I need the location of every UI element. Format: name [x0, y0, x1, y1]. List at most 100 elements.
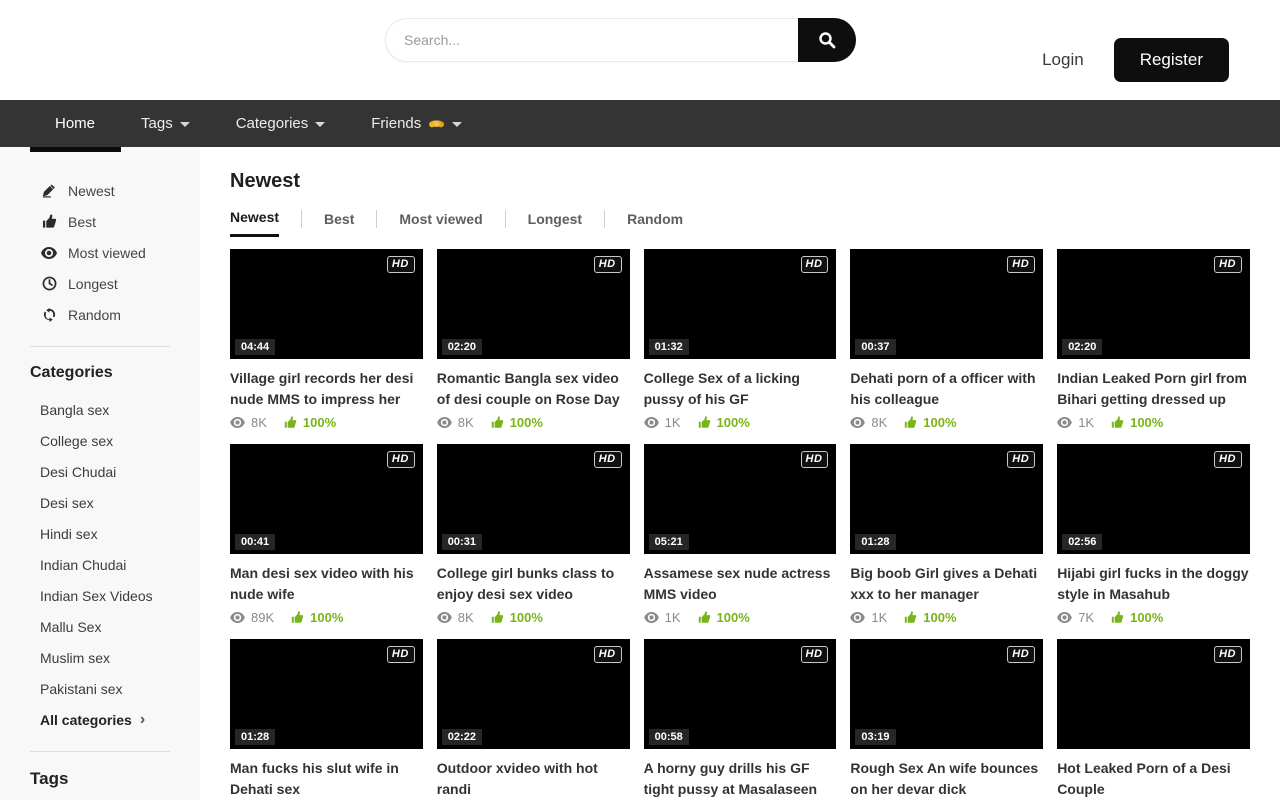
eye-icon — [1057, 612, 1072, 623]
video-card[interactable]: HD 04:44 Village girl records her desi n… — [230, 249, 423, 430]
video-thumbnail[interactable]: HD 04:44 — [230, 249, 423, 359]
like-percent: 100% — [291, 610, 343, 625]
view-count: 7K — [1057, 610, 1094, 625]
video-card[interactable]: HD 02:20 Romantic Bangla sex video of de… — [437, 249, 630, 430]
video-meta: 7K 100% — [1057, 610, 1250, 625]
sidebar-label: Most viewed — [68, 245, 146, 261]
search-button[interactable] — [798, 18, 856, 62]
video-title[interactable]: Man desi sex video with his nude wife — [230, 563, 423, 605]
video-thumbnail[interactable]: HD 00:58 — [644, 639, 837, 749]
sidebar-label: Best — [68, 214, 96, 230]
video-card[interactable]: HD 03:19 Rough Sex An wife bounces on he… — [850, 639, 1043, 805]
video-card[interactable]: HD 02:22 Outdoor xvideo with hot randi — [437, 639, 630, 805]
video-card[interactable]: HD 01:28 Big boob Girl gives a Dehati xx… — [850, 444, 1043, 625]
video-title[interactable]: A horny guy drills his GF tight pussy at… — [644, 758, 837, 800]
like-percent-value: 100% — [303, 415, 336, 430]
video-thumbnail[interactable]: HD 00:37 — [850, 249, 1043, 359]
video-card[interactable]: HD 00:41 Man desi sex video with his nud… — [230, 444, 423, 625]
video-thumbnail[interactable]: HD 02:56 — [1057, 444, 1250, 554]
video-card[interactable]: HD 00:31 College girl bunks class to enj… — [437, 444, 630, 625]
video-thumbnail[interactable]: HD 02:22 — [437, 639, 630, 749]
nav-item-tags[interactable]: Tags — [141, 100, 190, 147]
search-icon — [818, 31, 836, 49]
like-percent: 100% — [698, 415, 750, 430]
video-title[interactable]: Romantic Bangla sex video of desi couple… — [437, 368, 630, 410]
video-thumbnail[interactable]: HD 01:28 — [230, 639, 423, 749]
tab-random[interactable]: Random — [627, 211, 683, 236]
tab-divider — [604, 210, 605, 228]
thumb-up-icon — [284, 416, 297, 429]
video-thumbnail[interactable]: HD — [1057, 639, 1250, 749]
video-thumbnail[interactable]: HD 00:31 — [437, 444, 630, 554]
video-thumbnail[interactable]: HD 05:21 — [644, 444, 837, 554]
category-link-mallu-sex[interactable]: Mallu Sex — [0, 611, 200, 642]
nav-label-tags: Tags — [141, 115, 173, 132]
eye-icon — [644, 417, 659, 428]
category-link-indian-sex-videos[interactable]: Indian Sex Videos — [0, 580, 200, 611]
video-card[interactable]: HD 01:28 Man fucks his slut wife in Deha… — [230, 639, 423, 805]
tab-longest[interactable]: Longest — [528, 211, 582, 236]
category-link-muslim-sex[interactable]: Muslim sex — [0, 642, 200, 673]
video-meta: 1K 100% — [850, 610, 1043, 625]
view-count: 8K — [230, 415, 267, 430]
video-title[interactable]: Assamese sex nude actress MMS video — [644, 563, 837, 605]
sidebar-item-most-viewed[interactable]: Most viewed — [0, 237, 200, 268]
video-card[interactable]: HD 01:32 College Sex of a licking pussy … — [644, 249, 837, 430]
clock-icon — [41, 276, 57, 291]
nav-item-friends[interactable]: Friends — [371, 100, 462, 147]
duration-badge: 01:32 — [649, 339, 689, 355]
tab-newest[interactable]: Newest — [230, 209, 279, 237]
video-card[interactable]: HD Hot Leaked Porn of a Desi Couple — [1057, 639, 1250, 805]
category-link-bangla-sex[interactable]: Bangla sex — [0, 394, 200, 425]
video-title[interactable]: Indian Leaked Porn girl from Bihari gett… — [1057, 368, 1250, 410]
video-title[interactable]: Village girl records her desi nude MMS t… — [230, 368, 423, 410]
sidebar-item-newest[interactable]: Newest — [0, 175, 200, 206]
like-percent: 100% — [904, 610, 956, 625]
nav-item-categories[interactable]: Categories — [236, 100, 326, 147]
tab-best[interactable]: Best — [324, 211, 354, 236]
video-thumbnail[interactable]: HD 02:20 — [1057, 249, 1250, 359]
video-card[interactable]: HD 00:58 A horny guy drills his GF tight… — [644, 639, 837, 805]
video-title[interactable]: College girl bunks class to enjoy desi s… — [437, 563, 630, 605]
search-input[interactable] — [385, 18, 798, 62]
video-title[interactable]: Outdoor xvideo with hot randi — [437, 758, 630, 800]
register-button[interactable]: Register — [1114, 38, 1229, 82]
video-card[interactable]: HD 02:20 Indian Leaked Porn girl from Bi… — [1057, 249, 1250, 430]
video-title[interactable]: Hijabi girl fucks in the doggy style in … — [1057, 563, 1250, 605]
category-link-pakistani-sex[interactable]: Pakistani sex — [0, 673, 200, 704]
login-link[interactable]: Login — [1042, 50, 1084, 70]
video-thumbnail[interactable]: HD 01:28 — [850, 444, 1043, 554]
view-count-value: 8K — [458, 610, 474, 625]
category-link-hindi-sex[interactable]: Hindi sex — [0, 518, 200, 549]
category-link-desi-sex[interactable]: Desi sex — [0, 487, 200, 518]
tab-most-viewed[interactable]: Most viewed — [399, 211, 482, 236]
category-link-college-sex[interactable]: College sex — [0, 425, 200, 456]
video-thumbnail[interactable]: HD 01:32 — [644, 249, 837, 359]
hd-badge: HD — [594, 256, 622, 273]
hd-badge: HD — [1214, 256, 1242, 273]
eye-icon — [230, 612, 245, 623]
video-card[interactable]: HD 00:37 Dehati porn of a officer with h… — [850, 249, 1043, 430]
video-title[interactable]: Rough Sex An wife bounces on her devar d… — [850, 758, 1043, 800]
all-categories-link[interactable]: All categories › — [0, 704, 200, 735]
nav-item-home[interactable]: Home — [55, 100, 95, 147]
sidebar-item-longest[interactable]: Longest — [0, 268, 200, 299]
sidebar-item-random[interactable]: Random — [0, 299, 200, 330]
video-title[interactable]: Man fucks his slut wife in Dehati sex — [230, 758, 423, 800]
category-link-desi-chudai[interactable]: Desi Chudai — [0, 456, 200, 487]
video-card[interactable]: HD 05:21 Assamese sex nude actress MMS v… — [644, 444, 837, 625]
video-title[interactable]: Hot Leaked Porn of a Desi Couple — [1057, 758, 1250, 800]
video-thumbnail[interactable]: HD 00:41 — [230, 444, 423, 554]
video-card[interactable]: HD 02:56 Hijabi girl fucks in the doggy … — [1057, 444, 1250, 625]
video-title[interactable]: Big boob Girl gives a Dehati xxx to her … — [850, 563, 1043, 605]
video-thumbnail[interactable]: HD 02:20 — [437, 249, 630, 359]
duration-badge: 02:22 — [442, 729, 482, 745]
video-title[interactable]: College Sex of a licking pussy of his GF — [644, 368, 837, 410]
hd-badge: HD — [387, 451, 415, 468]
video-thumbnail[interactable]: HD 03:19 — [850, 639, 1043, 749]
video-title[interactable]: Dehati porn of a officer with his collea… — [850, 368, 1043, 410]
thumb-up-icon — [698, 611, 711, 624]
view-count-value: 1K — [665, 415, 681, 430]
category-link-indian-chudai[interactable]: Indian Chudai — [0, 549, 200, 580]
sidebar-item-best[interactable]: Best — [0, 206, 200, 237]
